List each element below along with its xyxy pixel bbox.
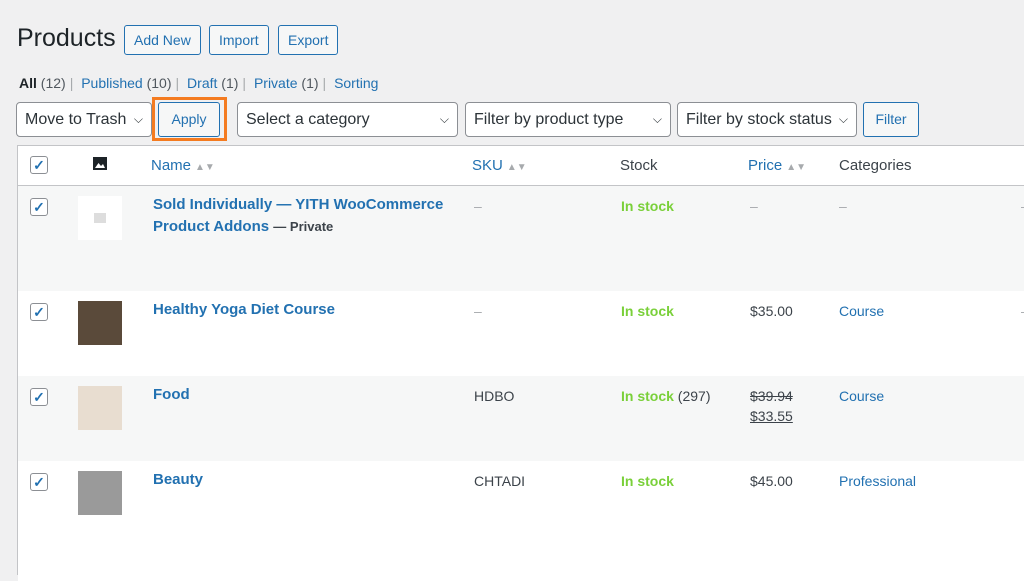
price: $35.00	[750, 301, 793, 321]
column-price[interactable]: Price ▲▼	[748, 157, 806, 174]
chevron-down-icon: ⌵	[838, 112, 848, 126]
view-published[interactable]: Published (10)	[81, 75, 171, 91]
view-all[interactable]: All	[19, 75, 37, 91]
stock-label: In stock	[621, 303, 674, 319]
highlight-box	[152, 97, 227, 141]
regular-price: $45.00	[750, 473, 793, 489]
view-count: (10)	[146, 75, 172, 91]
column-label: SKU	[472, 157, 503, 174]
view-count: (1)	[301, 75, 319, 91]
regular-price: $35.00	[750, 303, 793, 319]
sku: HDBO	[474, 388, 515, 404]
regular-price: $39.94	[750, 388, 793, 404]
view-sorting[interactable]: Sorting	[334, 75, 378, 91]
product-thumbnail[interactable]	[78, 301, 122, 345]
import-button[interactable]: Import	[209, 25, 269, 55]
product-name: Food	[153, 386, 190, 403]
sort-icon: ▲▼	[786, 162, 806, 173]
stock-count: (297)	[677, 388, 711, 404]
category-link[interactable]: Professional	[839, 473, 916, 489]
table-row: ✓ Sold Individually — YITH WooCommerce P…	[18, 186, 1024, 291]
column-sku[interactable]: SKU ▲▼	[472, 157, 527, 174]
table-header: ✓ Name ▲▼ SKU ▲▼ Stock Price ▲▼ Categories	[18, 146, 1024, 186]
category-link[interactable]: Course	[839, 303, 884, 319]
sku: –	[474, 303, 482, 319]
product-name: Healthy Yoga Diet Course	[153, 301, 335, 318]
add-new-button[interactable]: Add New	[124, 25, 201, 55]
product-name-link[interactable]: Sold Individually — YITH WooCommerce Pro…	[153, 194, 453, 238]
product-name-link[interactable]: Beauty	[153, 469, 453, 491]
chevron-down-icon: ⌵	[133, 112, 143, 126]
table-row: ✓ Healthy Yoga Diet Course – In stock $3…	[18, 291, 1024, 376]
post-status: — Private	[273, 219, 334, 234]
chevron-down-icon: ⌵	[652, 112, 662, 126]
table-row: ✓ Beauty CHTADI In stock $45.00 Professi…	[18, 461, 1024, 581]
row-checkbox[interactable]: ✓	[30, 388, 48, 406]
product-type-value: Filter by product type	[474, 111, 624, 128]
column-stock: Stock	[620, 157, 658, 174]
product-name-link[interactable]: Food	[153, 384, 453, 406]
product-thumbnail[interactable]	[78, 471, 122, 515]
category-link[interactable]: Course	[839, 388, 884, 404]
sort-icon: ▲▼	[506, 162, 527, 173]
stock-label: In stock	[621, 198, 674, 214]
bulk-action-value: Move to Trash	[25, 111, 127, 128]
sku: CHTADI	[474, 473, 526, 489]
price: $45.00	[750, 471, 793, 491]
column-categories: Categories	[839, 157, 912, 174]
product-name-link[interactable]: Healthy Yoga Diet Course	[153, 299, 453, 321]
view-count: (12)	[40, 75, 66, 91]
category-value: Select a category	[246, 111, 370, 128]
price: –	[750, 196, 758, 216]
select-all-checkbox[interactable]: ✓	[30, 156, 48, 174]
row-checkbox[interactable]: ✓	[30, 198, 48, 216]
placeholder-image[interactable]	[78, 196, 122, 240]
chevron-down-icon: ⌵	[439, 112, 449, 126]
stock-status: In stock	[621, 198, 674, 214]
column-label: Name	[151, 157, 192, 174]
stock-label: In stock	[621, 388, 674, 404]
price: $39.94 $33.55	[750, 386, 793, 426]
view-count: (1)	[221, 75, 239, 91]
stock-status: In stock (297)	[621, 388, 710, 404]
image-icon	[93, 157, 107, 170]
stock-status: In stock	[621, 473, 674, 489]
sort-icon: ▲▼	[195, 162, 215, 173]
product-name: Beauty	[153, 471, 204, 488]
regular-price: –	[750, 198, 758, 214]
stock-status: In stock	[621, 303, 674, 319]
filter-button[interactable]: Filter	[863, 102, 919, 137]
product-thumbnail[interactable]	[78, 386, 122, 430]
view-private[interactable]: Private (1)	[254, 75, 319, 91]
view-filters: All (12) | Published (10) | Draft (1) | Pri…	[19, 75, 379, 91]
category-link[interactable]: –	[839, 198, 847, 214]
product-type-select[interactable]: Filter by product type ⌵	[465, 102, 671, 137]
sale-price: $33.55	[750, 408, 793, 424]
view-label: Draft	[187, 75, 218, 91]
products-table: ✓ Name ▲▼ SKU ▲▼ Stock Price ▲▼ Categories …	[17, 145, 1024, 581]
table-row: ✓ Food HDBO In stock (297) $39.94 $33.55 …	[18, 376, 1024, 461]
row-checkbox[interactable]: ✓	[30, 473, 48, 491]
stock-status-select[interactable]: Filter by stock status ⌵	[677, 102, 857, 137]
column-name[interactable]: Name ▲▼	[151, 157, 215, 174]
export-button[interactable]: Export	[278, 25, 339, 55]
row-checkbox[interactable]: ✓	[30, 303, 48, 321]
bulk-action-select[interactable]: Move to Trash ⌵	[16, 102, 152, 137]
stock-status-value: Filter by stock status	[686, 111, 832, 128]
stock-label: In stock	[621, 473, 674, 489]
view-label: Published	[81, 75, 143, 91]
sku: –	[474, 198, 482, 214]
column-label: Price	[748, 157, 783, 174]
category-select[interactable]: Select a category ⌵	[237, 102, 458, 137]
view-draft[interactable]: Draft (1)	[187, 75, 238, 91]
view-label: Private	[253, 75, 298, 91]
page-title: Products	[17, 24, 116, 52]
